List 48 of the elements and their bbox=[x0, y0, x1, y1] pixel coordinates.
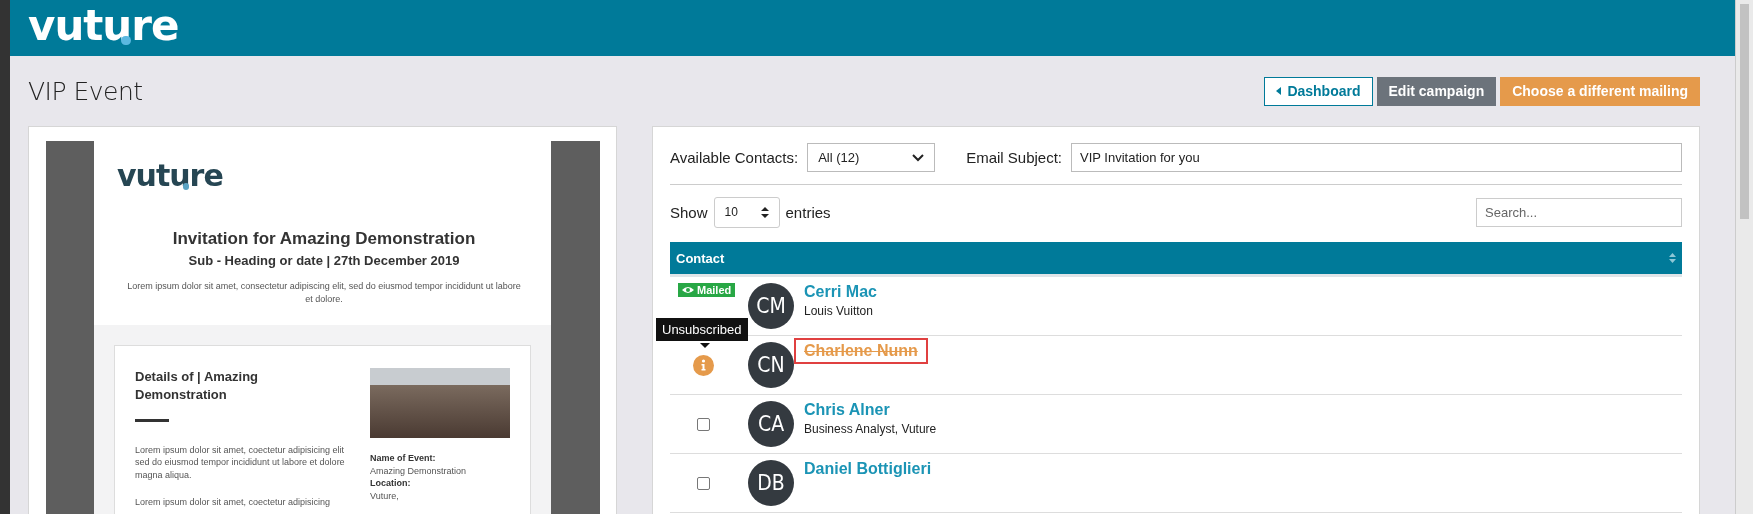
event-info-value: Amazing Demonstration bbox=[370, 464, 468, 478]
details-paragraph: Lorem ipsum dolor sit amet, coectetur adipisicing elit sed do eiusmod tempor incididunt ut labore et dolore magna aliqua. bbox=[135, 443, 346, 482]
brand-logo: vuture bbox=[28, 4, 179, 47]
filter-label: Available Contacts: bbox=[670, 149, 799, 166]
contact-company: Louis Vuitton bbox=[804, 304, 873, 318]
show-label: Show bbox=[670, 203, 708, 221]
email-intro-text: Lorem ipsum dolor sit amet, consectetur adipiscing elit, sed do eiusmod tempor incididunt ut labore et dolore. bbox=[126, 280, 522, 306]
chevron-down-icon bbox=[912, 153, 925, 162]
avatar: DB bbox=[748, 460, 794, 506]
eye-icon bbox=[682, 286, 694, 294]
sort-icon bbox=[1669, 253, 1676, 263]
mailed-badge: Mailed bbox=[678, 283, 736, 297]
tooltip: Unsubscribed bbox=[656, 318, 748, 341]
avatar: CN bbox=[748, 342, 794, 388]
contact-name-link[interactable]: Daniel Bottiglieri bbox=[804, 460, 932, 478]
search-field[interactable]: Search... bbox=[1476, 197, 1682, 227]
avatar: CA bbox=[748, 401, 794, 447]
contacts-dropdown[interactable]: All (12) bbox=[807, 143, 936, 172]
row-checkbox[interactable] bbox=[696, 417, 710, 431]
contact-name-link[interactable]: Chris Alner bbox=[804, 401, 890, 419]
event-info-value: Vuture, bbox=[370, 489, 400, 503]
row-checkbox[interactable] bbox=[696, 476, 710, 490]
tooltip-pointer bbox=[700, 343, 710, 348]
edit-campaign-button[interactable]: Edit campaign bbox=[1376, 76, 1497, 106]
entries-label: entries bbox=[785, 203, 831, 221]
avatar: CM bbox=[748, 283, 794, 329]
caret-left-icon bbox=[1276, 87, 1282, 95]
email-logo: vuture bbox=[117, 161, 223, 191]
table-row[interactable]: CA Chris Alner Business Analyst, Vuture bbox=[670, 395, 1682, 454]
event-info-label: Name of Event: bbox=[370, 452, 437, 465]
page-title: VIP Event bbox=[28, 76, 143, 106]
sort-arrows-icon bbox=[760, 206, 769, 218]
subject-field[interactable]: VIP Invitation for you bbox=[1071, 143, 1682, 172]
event-info-label: Location: bbox=[370, 477, 412, 490]
scrollbar-thumb[interactable] bbox=[1740, 4, 1749, 219]
details-title: Details of | Amazing Demonstration bbox=[135, 368, 260, 405]
subject-label: Email Subject: bbox=[966, 149, 1062, 166]
contact-company: Business Analyst, Vuture bbox=[804, 422, 937, 436]
dashboard-button[interactable]: Dashboard bbox=[1264, 76, 1373, 106]
details-paragraph: Lorem ipsum dolor sit amet, coectetur adipisicing bbox=[135, 496, 332, 509]
table-row[interactable]: DB Daniel Bottiglieri bbox=[670, 454, 1682, 513]
table-header[interactable]: Contact bbox=[670, 242, 1682, 277]
email-heading: Invitation for Amazing Demonstration bbox=[171, 229, 477, 249]
page-size-select[interactable]: 10 bbox=[713, 196, 780, 228]
column-header: Contact bbox=[676, 250, 725, 266]
email-subheading: Sub - Heading or date | 27th December 2019 bbox=[187, 253, 461, 268]
info-icon[interactable] bbox=[692, 354, 714, 376]
contact-name-link[interactable]: Cerri Mac bbox=[804, 283, 877, 301]
